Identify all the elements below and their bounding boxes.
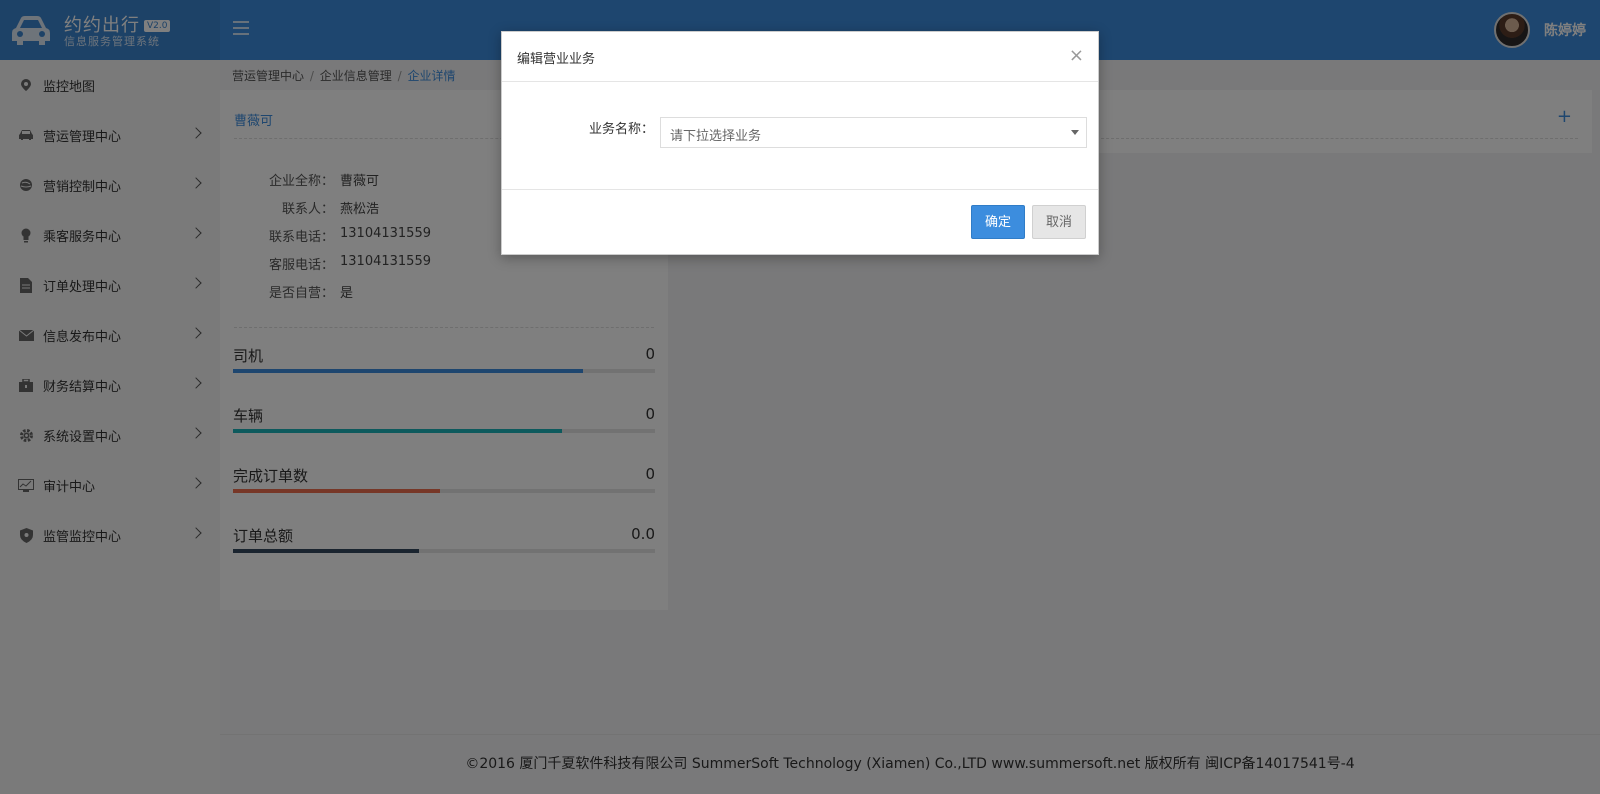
dialog-header: 编辑营业业务 ×	[502, 32, 1098, 82]
dialog-body: 业务名称： 请下拉选择业务	[502, 82, 1098, 190]
close-icon[interactable]: ×	[1069, 45, 1084, 66]
select-placeholder: 请下拉选择业务	[670, 129, 762, 144]
dialog-title: 编辑营业业务	[517, 52, 596, 67]
dialog-footer: 确定 取消	[502, 190, 1098, 254]
business-select[interactable]: 请下拉选择业务	[660, 117, 1087, 148]
confirm-button[interactable]: 确定	[971, 205, 1025, 239]
cancel-button[interactable]: 取消	[1032, 205, 1086, 239]
edit-business-dialog: 编辑营业业务 × 业务名称： 请下拉选择业务 确定 取消	[501, 31, 1099, 255]
chevron-down-icon	[1071, 130, 1079, 135]
business-name-label: 业务名称：	[588, 122, 654, 137]
